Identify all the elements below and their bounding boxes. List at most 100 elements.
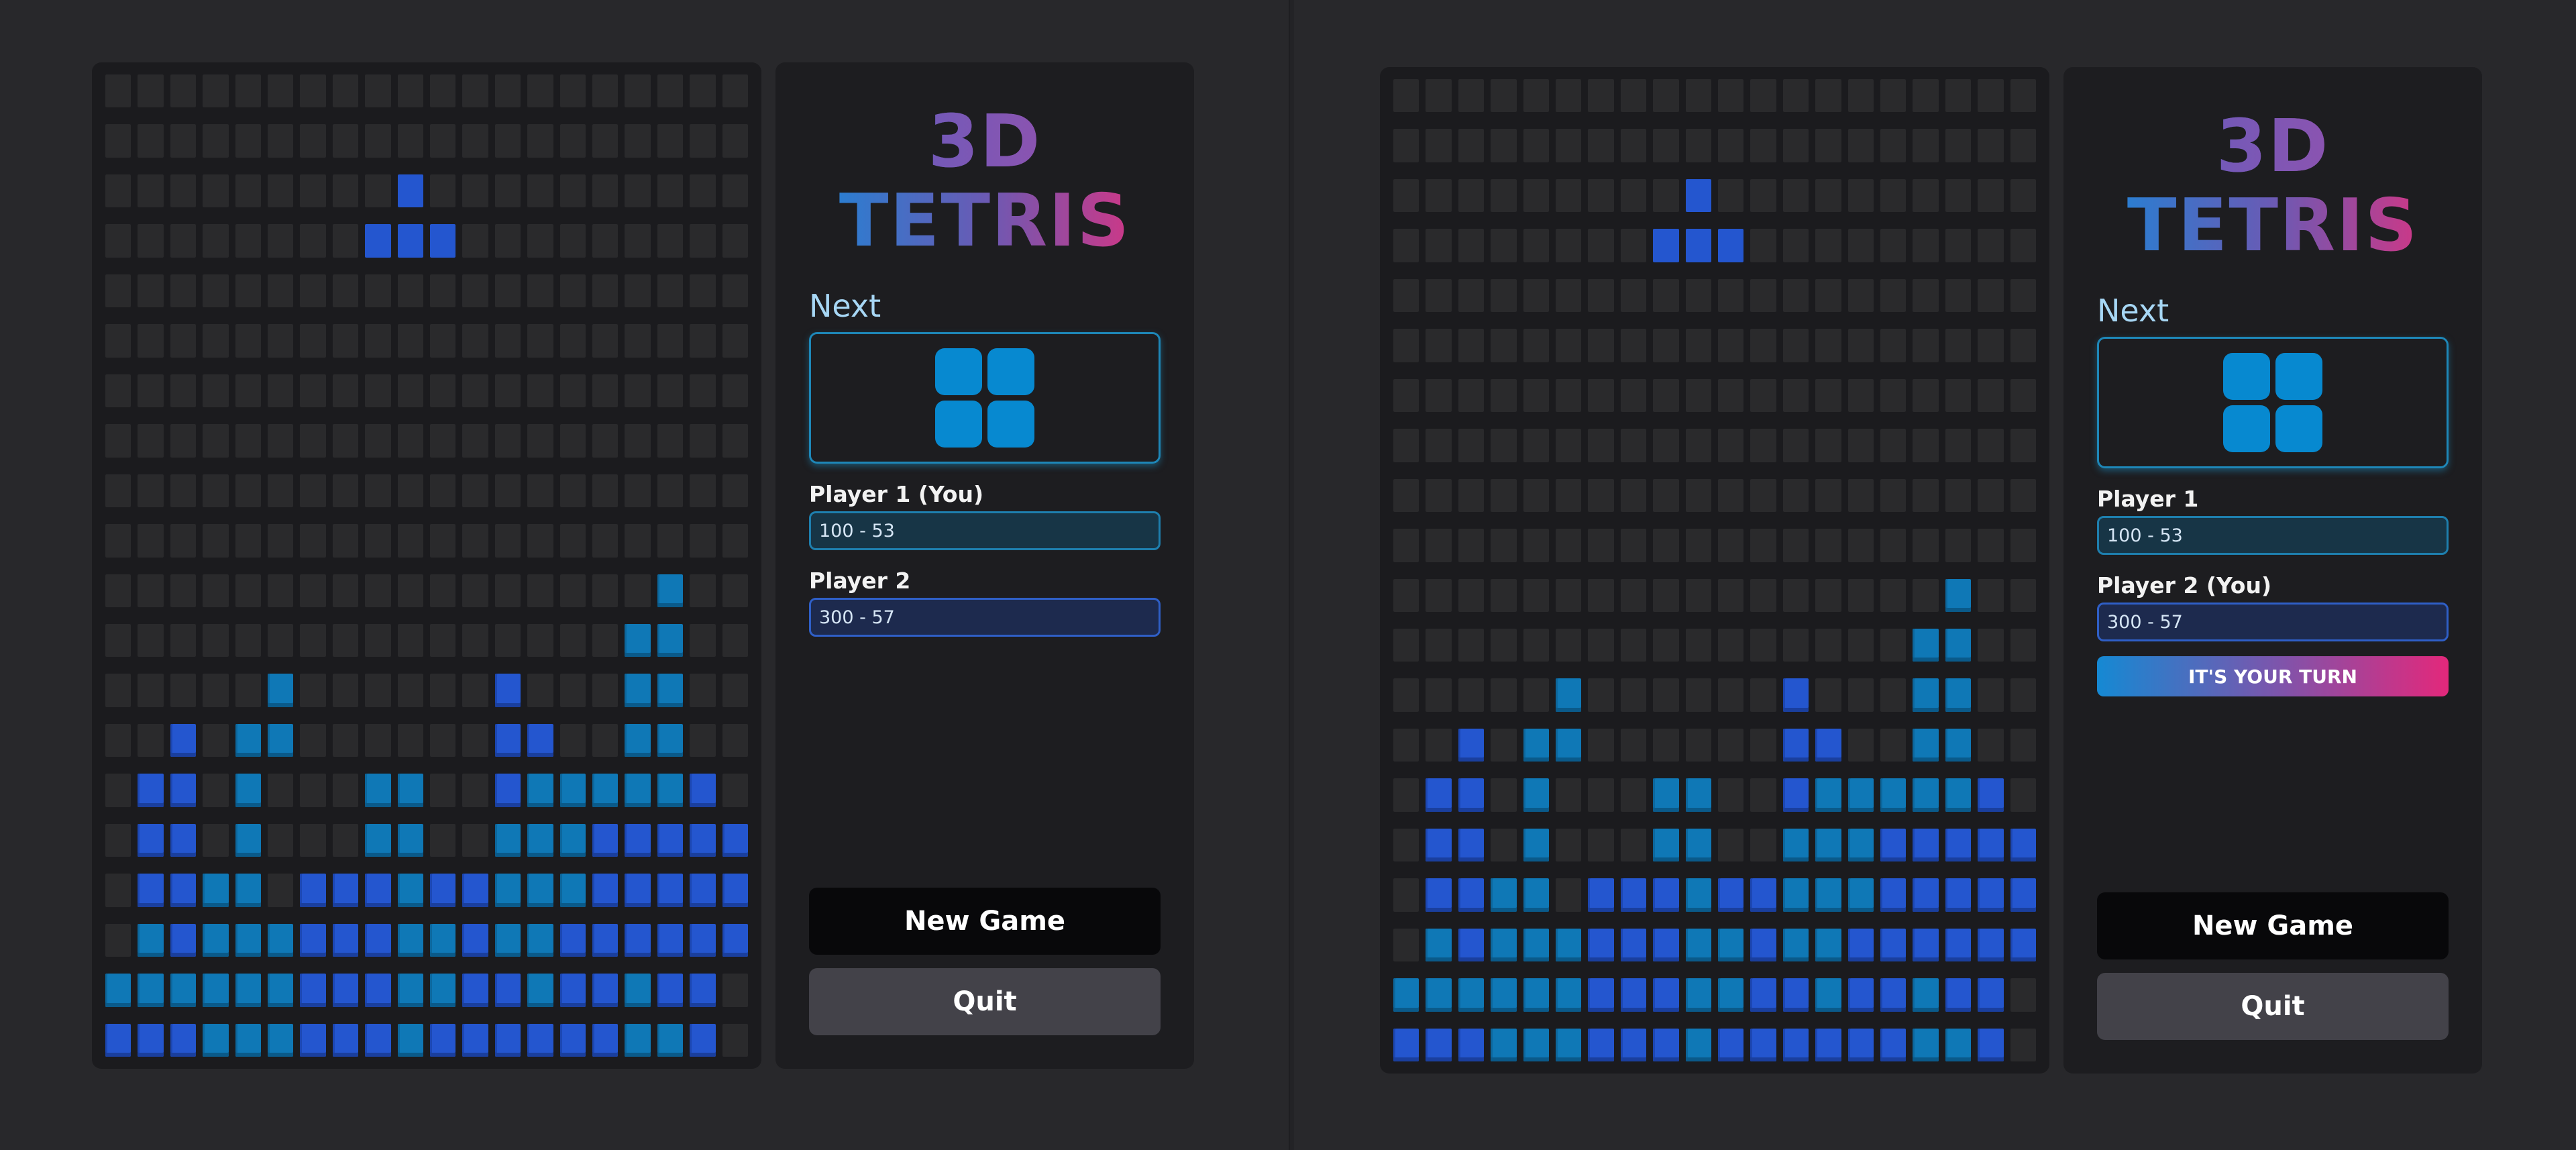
empty-cell xyxy=(1588,129,1614,162)
empty-cell xyxy=(1880,529,1907,562)
empty-cell xyxy=(1393,278,1419,313)
locked-block xyxy=(1556,678,1582,712)
empty-cell xyxy=(1523,378,1549,413)
empty-cell xyxy=(1588,678,1614,712)
locked-block xyxy=(1782,878,1809,912)
empty-cell xyxy=(1782,329,1809,362)
new-game-button[interactable]: New Game xyxy=(2097,892,2449,959)
locked-block xyxy=(625,674,651,707)
empty-cell xyxy=(1458,628,1485,662)
locked-block xyxy=(462,1023,488,1057)
locked-block xyxy=(430,1023,456,1057)
locked-block xyxy=(559,1023,586,1057)
locked-block xyxy=(559,823,586,857)
empty-cell xyxy=(1588,628,1614,662)
empty-cell xyxy=(1847,578,1874,612)
window-divider xyxy=(1289,0,1294,1150)
empty-cell xyxy=(690,723,716,757)
locked-block xyxy=(203,923,229,957)
locked-block xyxy=(527,823,553,857)
empty-cell xyxy=(1750,129,1776,162)
game-board-player1[interactable] xyxy=(92,62,761,1069)
empty-cell xyxy=(1913,229,1939,262)
locked-block xyxy=(1588,928,1614,962)
empty-cell xyxy=(1491,79,1517,113)
empty-cell xyxy=(559,224,586,258)
quit-button[interactable]: Quit xyxy=(2097,973,2449,1040)
turn-banner: IT'S YOUR TURN xyxy=(2097,656,2449,696)
empty-cell xyxy=(1880,478,1907,513)
empty-cell xyxy=(268,874,294,907)
empty-cell xyxy=(1393,628,1419,662)
empty-cell xyxy=(527,174,553,208)
title-line-2: TETRIS xyxy=(2127,184,2419,268)
empty-cell xyxy=(1718,329,1744,362)
empty-cell xyxy=(494,623,521,658)
empty-cell xyxy=(430,623,456,658)
empty-cell xyxy=(1523,478,1549,513)
locked-block xyxy=(690,874,716,907)
empty-cell xyxy=(1782,378,1809,413)
locked-block xyxy=(1847,928,1874,962)
locked-block xyxy=(1913,678,1939,712)
empty-cell xyxy=(1945,478,1972,513)
locked-block xyxy=(1620,978,1647,1012)
empty-cell xyxy=(332,674,359,707)
empty-cell xyxy=(430,424,456,458)
board-grid xyxy=(1393,79,2036,1061)
empty-cell xyxy=(1588,828,1614,862)
empty-cell xyxy=(1426,578,1452,612)
empty-cell xyxy=(138,124,164,158)
empty-cell xyxy=(1588,478,1614,513)
empty-cell xyxy=(2010,778,2036,812)
quit-button[interactable]: Quit xyxy=(809,968,1161,1035)
locked-block xyxy=(1718,928,1744,962)
empty-cell xyxy=(1913,529,1939,562)
locked-block xyxy=(494,723,521,757)
empty-cell xyxy=(268,224,294,258)
locked-block xyxy=(722,923,748,957)
empty-cell xyxy=(1588,529,1614,562)
empty-cell xyxy=(203,623,229,658)
locked-block xyxy=(365,774,391,807)
locked-block xyxy=(1815,928,1841,962)
locked-block xyxy=(397,974,423,1007)
empty-cell xyxy=(1750,178,1776,213)
player1-score-field: 100 - 53 xyxy=(2097,516,2449,555)
empty-cell xyxy=(494,374,521,408)
new-game-button[interactable]: New Game xyxy=(809,888,1161,955)
empty-cell xyxy=(203,374,229,408)
locked-block xyxy=(1685,778,1711,812)
empty-cell xyxy=(170,124,197,158)
next-piece-preview xyxy=(809,332,1161,464)
empty-cell xyxy=(138,374,164,408)
locked-block xyxy=(592,874,619,907)
locked-block xyxy=(1491,878,1517,912)
locked-block xyxy=(203,974,229,1007)
empty-cell xyxy=(332,274,359,308)
empty-cell xyxy=(1718,429,1744,462)
locked-block xyxy=(1426,778,1452,812)
empty-cell xyxy=(1880,578,1907,612)
locked-block xyxy=(722,874,748,907)
locked-block xyxy=(1426,978,1452,1012)
empty-cell xyxy=(1523,79,1549,113)
empty-cell xyxy=(268,574,294,607)
game-board-player2[interactable] xyxy=(1380,67,2049,1074)
empty-cell xyxy=(1491,178,1517,213)
empty-cell xyxy=(559,74,586,108)
locked-block xyxy=(494,823,521,857)
o-piece-icon xyxy=(935,348,1034,448)
empty-cell xyxy=(1491,378,1517,413)
locked-block xyxy=(1393,978,1419,1012)
empty-cell xyxy=(1556,529,1582,562)
locked-block xyxy=(1620,1028,1647,1061)
empty-cell xyxy=(1913,129,1939,162)
empty-cell xyxy=(235,224,261,258)
locked-block xyxy=(2010,878,2036,912)
empty-cell xyxy=(235,374,261,408)
empty-cell xyxy=(397,623,423,658)
empty-cell xyxy=(105,874,131,907)
empty-cell xyxy=(559,574,586,607)
empty-cell xyxy=(1913,79,1939,113)
